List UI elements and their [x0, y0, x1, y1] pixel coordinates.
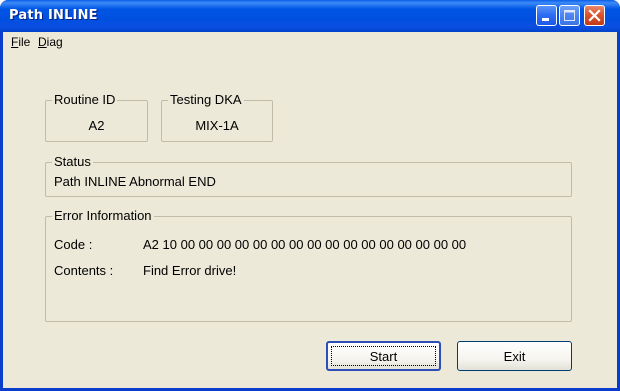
error-code-value: A2 10 00 00 00 00 00 00 00 00 00 00 00 0…	[143, 237, 467, 252]
status-label: Status	[52, 154, 93, 169]
testing-dka-label: Testing DKA	[168, 92, 244, 107]
start-button[interactable]: Start	[326, 341, 441, 371]
title-bar[interactable]: Path INLINE	[0, 0, 620, 32]
menu-file[interactable]: File	[11, 35, 30, 49]
error-contents-value: Find Error drive!	[143, 263, 237, 278]
exit-button-label: Exit	[503, 348, 526, 364]
app-window: Path INLINE File Diag Routine ID A2 Test…	[0, 0, 620, 391]
minimize-button[interactable]	[536, 5, 557, 26]
close-icon	[588, 9, 601, 22]
routine-id-value: A2	[88, 118, 105, 133]
status-value: Path INLINE Abnormal END	[54, 174, 216, 189]
close-button[interactable]	[584, 5, 605, 26]
routine-id-label: Routine ID	[52, 92, 118, 107]
error-code-label: Code :	[54, 237, 93, 252]
testing-dka-value: MIX-1A	[195, 118, 239, 133]
status-group: Status Path INLINE Abnormal END	[45, 155, 572, 197]
routine-id-group: Routine ID A2	[45, 93, 148, 142]
menu-diag-label: iag	[46, 35, 63, 49]
window-title: Path INLINE	[9, 8, 98, 23]
maximize-icon	[564, 10, 575, 21]
menu-diag[interactable]: Diag	[38, 35, 63, 49]
menu-bar: File Diag	[3, 32, 617, 52]
maximize-button[interactable]	[559, 5, 580, 26]
minimize-icon	[542, 18, 549, 21]
error-information-label: Error Information	[52, 208, 154, 223]
menu-file-label: ile	[18, 35, 31, 49]
menu-diag-accelerator: D	[38, 35, 47, 49]
error-contents-label: Contents :	[54, 263, 114, 278]
exit-button[interactable]: Exit	[457, 341, 572, 371]
error-information-group: Error Information Code : A2 10 00 00 00 …	[45, 209, 572, 322]
start-button-label: Start	[369, 348, 398, 364]
testing-dka-group: Testing DKA MIX-1A	[161, 93, 273, 142]
